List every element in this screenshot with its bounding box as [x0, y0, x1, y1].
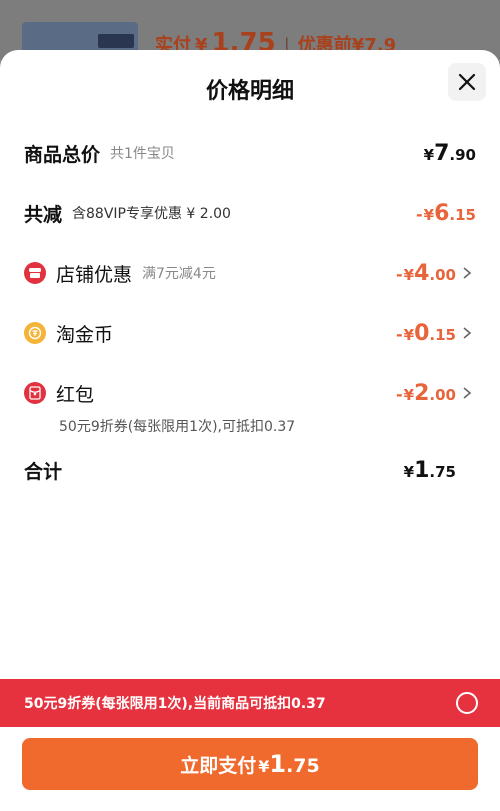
yen-sign: ¥ — [403, 325, 415, 344]
amount-dec: .00 — [429, 265, 456, 284]
amount-dec: .15 — [429, 325, 456, 344]
red-packet-amount: - ¥ 2 .00 — [396, 381, 456, 406]
amount-dec: .90 — [449, 145, 476, 164]
row-total-reduction: 共减 含88VIP专享优惠 ¥ 2.00 - ¥ 6 .15 — [24, 196, 476, 230]
minus-sign: - — [396, 324, 403, 344]
yen-sign: ¥ — [423, 205, 435, 224]
yen-sign: ¥ — [403, 462, 415, 481]
sum-amount: ¥ 1 .75 — [404, 458, 456, 483]
sum-label: 合计 — [24, 460, 63, 483]
amount-dec: .75 — [429, 462, 456, 481]
goods-count: 共1件宝贝 — [110, 146, 175, 162]
store-discount-amount: - ¥ 4 .00 — [396, 261, 456, 286]
row-red-packet[interactable]: 红包 - ¥ 2 .00 — [24, 376, 476, 410]
red-packet-icon — [24, 382, 46, 404]
store-discount-rule: 满7元减4元 — [142, 266, 216, 282]
row-store-discount[interactable]: 店铺优惠 满7元减4元 - ¥ 4 .00 — [24, 256, 476, 290]
yen-sign: ¥ — [403, 265, 415, 284]
amount-int: 1 — [414, 457, 430, 483]
store-icon — [24, 262, 46, 284]
amount-int: 2 — [414, 380, 430, 406]
reduction-label: 共减 — [24, 203, 63, 226]
goods-total-label: 商品总价 — [24, 143, 101, 166]
coin-label: 淘金币 — [56, 323, 114, 346]
row-taobao-coin[interactable]: 淘金币 - ¥ 0 .15 — [24, 316, 476, 350]
amount-int: 0 — [414, 320, 430, 346]
price-detail-sheet: 价格明细 商品总价 共1件宝贝 ¥ 7 .90 共减 含88VIP专享优惠 ¥ … — [0, 50, 500, 811]
amount-int: 7 — [434, 140, 450, 166]
pay-now-button[interactable]: 立即支付 ¥ 1 .75 — [22, 738, 478, 790]
vip-discount-note: 含88VIP专享优惠 ¥ 2.00 — [72, 206, 231, 222]
close-button[interactable] — [448, 63, 486, 101]
coin-amount: - ¥ 0 .15 — [396, 321, 456, 346]
amount-int: 4 — [414, 260, 430, 286]
pay-button-dec: .75 — [286, 755, 320, 777]
pay-button-int: 1 — [269, 750, 287, 778]
row-goods-total: 商品总价 共1件宝贝 ¥ 7 .90 — [24, 136, 476, 170]
minus-sign: - — [416, 204, 423, 224]
amount-int: 6 — [434, 200, 450, 226]
close-icon — [458, 73, 476, 91]
minus-sign: - — [396, 264, 403, 284]
red-packet-note: 50元9折券(每张限用1次),可抵扣0.37 — [59, 419, 296, 435]
coin-icon — [24, 322, 46, 344]
row-sum: 合计 ¥ 1 .75 — [24, 453, 476, 487]
chevron-right-icon — [462, 326, 474, 340]
reduction-amount: - ¥ 6 .15 — [416, 201, 476, 226]
coupon-select-radio[interactable] — [456, 692, 478, 714]
pay-button-yen: ¥ — [258, 757, 270, 776]
coupon-banner[interactable]: 50元9折券(每张限用1次),当前商品可抵扣0.37 — [0, 679, 500, 727]
red-packet-label: 红包 — [56, 383, 95, 406]
yen-sign: ¥ — [403, 385, 415, 404]
minus-sign: - — [396, 384, 403, 404]
chevron-right-icon — [462, 266, 474, 280]
amount-dec: .15 — [449, 205, 476, 224]
pay-button-label: 立即支付 — [180, 755, 257, 777]
store-discount-label: 店铺优惠 — [56, 263, 133, 286]
chevron-right-icon — [462, 386, 474, 400]
sheet-title: 价格明细 — [205, 79, 294, 104]
yen-sign: ¥ — [423, 145, 435, 164]
amount-dec: .00 — [429, 385, 456, 404]
goods-total-amount: ¥ 7 .90 — [424, 141, 476, 166]
coupon-banner-text: 50元9折券(每张限用1次),当前商品可抵扣0.37 — [24, 696, 326, 712]
